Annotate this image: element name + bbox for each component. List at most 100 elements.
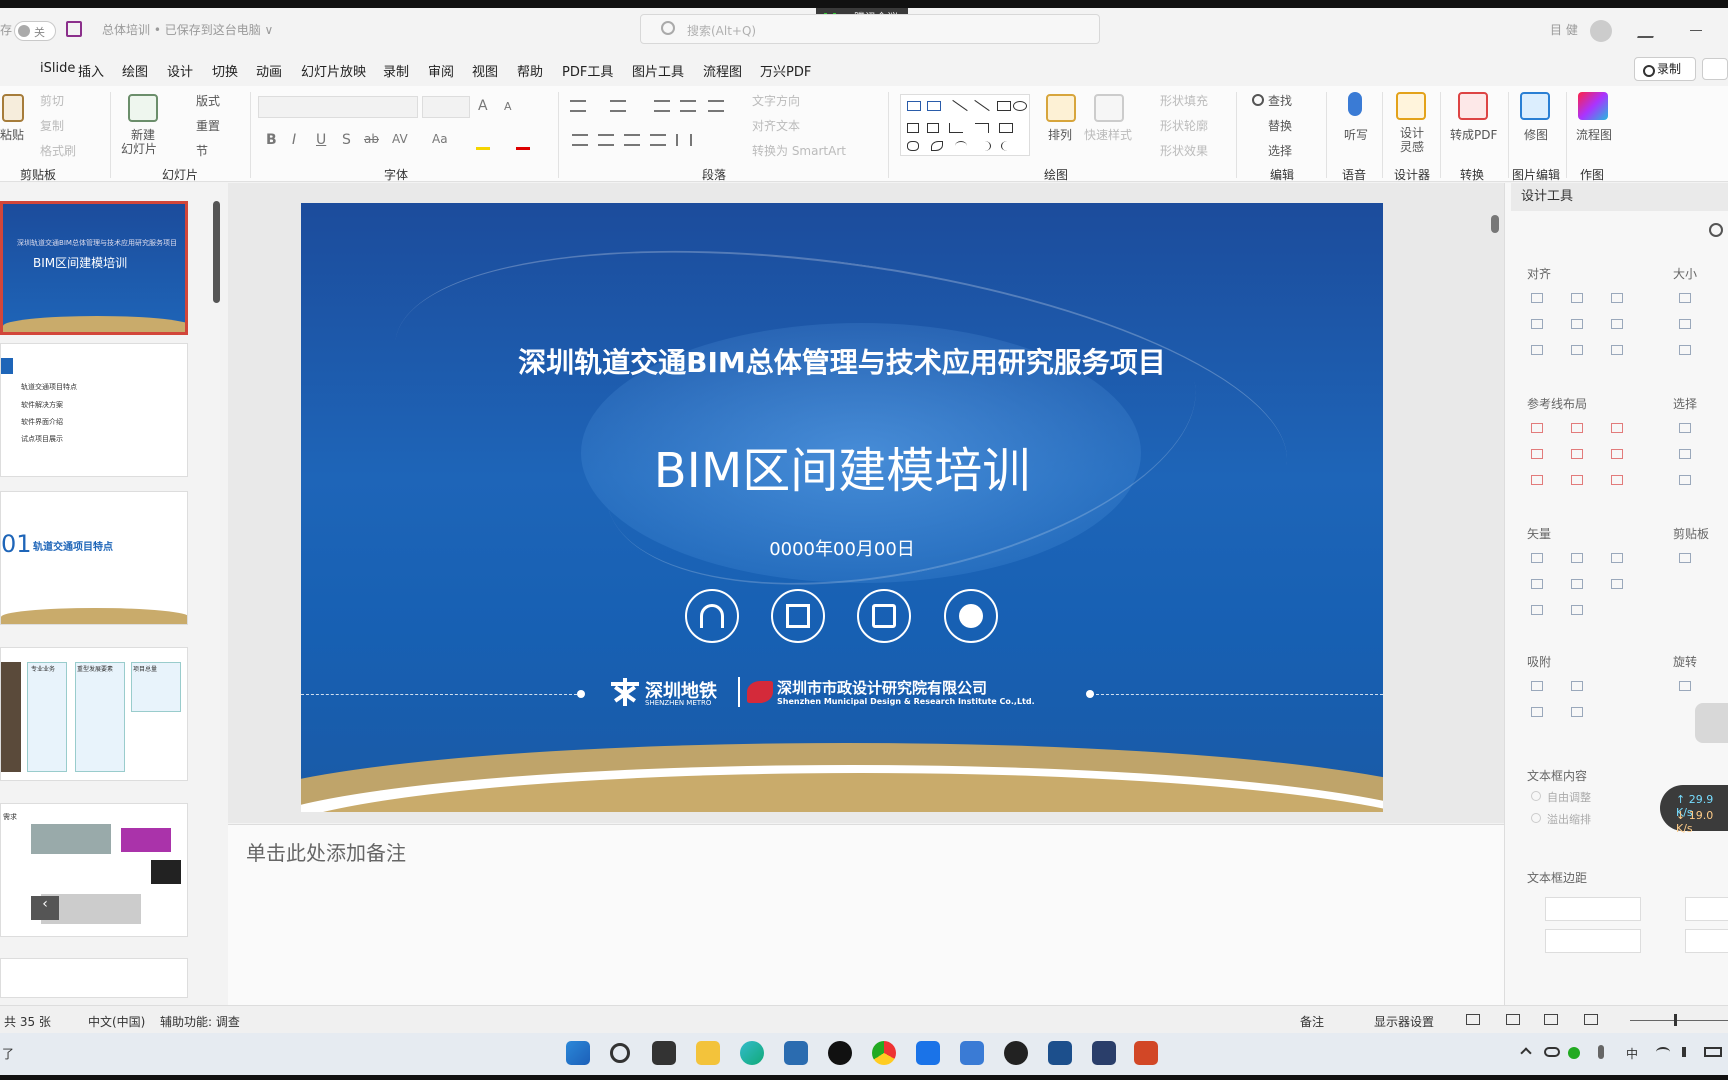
snap-left-icon[interactable]	[1531, 681, 1543, 691]
paste-button[interactable]: 粘贴	[0, 126, 24, 143]
fragment-icon[interactable]	[1611, 553, 1623, 563]
align-center-icon[interactable]	[598, 134, 614, 146]
union-icon[interactable]	[1531, 553, 1543, 563]
designer-icon[interactable]	[1396, 92, 1426, 120]
tab-slideshow[interactable]: 幻灯片放映	[301, 61, 366, 80]
edit-points-icon[interactable]	[1611, 579, 1623, 589]
strikethrough-button[interactable]: ab	[364, 132, 379, 146]
align-bottom-icon[interactable]	[1611, 319, 1623, 329]
combine-icon[interactable]	[1571, 553, 1583, 563]
tab-flowchart[interactable]: 流程图	[703, 61, 742, 80]
find-button[interactable]: 查找	[1268, 92, 1292, 109]
replace-button[interactable]: 替换	[1268, 117, 1292, 134]
k-app-icon[interactable]	[1048, 1041, 1072, 1065]
align-text-button[interactable]: 对齐文本	[752, 117, 800, 134]
file-explorer-icon[interactable]	[696, 1041, 720, 1065]
wechat-tray-icon[interactable]	[1568, 1047, 1580, 1059]
shapes-gallery[interactable]	[900, 94, 1030, 156]
same-width-icon[interactable]	[1679, 293, 1691, 303]
intersect-icon[interactable]	[1531, 579, 1543, 589]
guide-bottom-icon[interactable]	[1611, 449, 1623, 459]
same-size-icon[interactable]	[1679, 345, 1691, 355]
settings-icon[interactable]	[1709, 223, 1723, 237]
tab-draw[interactable]: 绘图	[122, 61, 148, 80]
onedrive-icon[interactable]	[1544, 1047, 1560, 1057]
tab-help[interactable]: 帮助	[517, 61, 543, 80]
align-left-icon[interactable]	[572, 134, 588, 146]
paste-icon[interactable]	[2, 94, 24, 122]
microphone-tray-icon[interactable]	[1598, 1045, 1604, 1059]
layout-button[interactable]: 版式	[196, 92, 220, 109]
char-spacing-button[interactable]: AV	[392, 132, 408, 146]
overflow-radio[interactable]	[1531, 813, 1541, 823]
language-indicator[interactable]: 中文(中国)	[88, 1013, 145, 1030]
slide-thumbnail-4[interactable]: 专业业务 重型发展要素 项目总量	[0, 647, 188, 781]
slide-thumbnail-3[interactable]: 01 轨道交通项目特点	[0, 491, 188, 625]
tab-wondershare-pdf[interactable]: 万兴PDF	[760, 61, 811, 80]
text-direction-button[interactable]: 文字方向	[752, 92, 800, 109]
minimize-icon[interactable]	[1690, 30, 1702, 31]
store-icon[interactable]	[784, 1041, 808, 1065]
shape-outline-button[interactable]: 形状轮廓	[1160, 117, 1208, 134]
new-slide-button-line2[interactable]: 幻灯片	[121, 140, 157, 157]
ime-indicator[interactable]: 中	[1626, 1045, 1638, 1062]
distribute-horizontal-icon[interactable]	[1531, 345, 1543, 355]
section-button[interactable]: 节	[196, 142, 208, 159]
columns-icon[interactable]	[676, 134, 692, 146]
alien-app-icon[interactable]	[828, 1041, 852, 1065]
powerpoint-icon[interactable]	[1134, 1041, 1158, 1065]
pen-icon[interactable]	[1637, 22, 1659, 38]
margin-right-input[interactable]	[1685, 897, 1728, 921]
shape-fill-button[interactable]: 形状填充	[1160, 92, 1208, 109]
same-height-icon[interactable]	[1679, 319, 1691, 329]
record-button[interactable]: 录制	[1634, 57, 1696, 81]
font-size-select[interactable]	[422, 96, 470, 118]
flowchart-button[interactable]: 流程图	[1576, 126, 1612, 143]
font-name-select[interactable]	[258, 96, 418, 118]
underline-button[interactable]: U	[316, 132, 326, 148]
guide-left-icon[interactable]	[1531, 423, 1543, 433]
tab-view[interactable]: 视图	[472, 61, 498, 80]
numbering-icon[interactable]	[610, 100, 626, 112]
align-middle-icon[interactable]	[1571, 319, 1583, 329]
retouch-button[interactable]: 修图	[1524, 126, 1548, 143]
font-color-icon[interactable]	[516, 136, 530, 150]
dictate-button[interactable]: 听写	[1344, 126, 1368, 143]
search-taskbar-icon[interactable]	[610, 1043, 630, 1063]
start-icon[interactable]	[566, 1041, 590, 1065]
align-top-icon[interactable]	[1531, 319, 1543, 329]
slide-date[interactable]: 0000年00月00日	[301, 535, 1383, 561]
drag-handle[interactable]	[1695, 703, 1728, 743]
guide-middle-icon[interactable]	[1571, 449, 1583, 459]
copy-button[interactable]: 复制	[40, 117, 64, 134]
slide-subtitle[interactable]: 深圳轨道交通BIM总体管理与技术应用研究服务项目	[301, 341, 1383, 381]
search-box[interactable]: 搜索(Alt+Q)	[640, 14, 1100, 44]
tab-design[interactable]: 设计	[167, 61, 193, 80]
tab-review[interactable]: 审阅	[428, 61, 454, 80]
line-spacing-icon[interactable]	[708, 100, 724, 112]
tab-transitions[interactable]: 切换	[212, 61, 238, 80]
slide-thumbnail-5[interactable]: 需求 ‹	[0, 803, 188, 937]
rotate-icon[interactable]	[1679, 681, 1691, 691]
decrease-indent-icon[interactable]	[654, 100, 670, 112]
microphone-icon[interactable]	[1348, 92, 1362, 116]
font-grow-button[interactable]: A	[478, 98, 488, 114]
pdf-icon[interactable]	[1458, 92, 1488, 120]
flowchart-icon[interactable]	[1578, 92, 1608, 120]
select-top-icon[interactable]	[1679, 449, 1691, 459]
snap-bottom-icon[interactable]	[1571, 707, 1583, 717]
notes-pane[interactable]: 单击此处添加备注	[228, 824, 1504, 1005]
convert-pdf-button[interactable]: 转成PDF	[1450, 126, 1497, 143]
autosave-toggle[interactable]: 关	[14, 21, 56, 41]
reading-view-icon[interactable]	[1544, 1014, 1558, 1025]
guide-hspread-icon[interactable]	[1531, 475, 1543, 485]
quick-styles-icon[interactable]	[1094, 94, 1124, 122]
volume-icon[interactable]	[1682, 1047, 1692, 1057]
current-slide[interactable]: 深圳轨道交通BIM总体管理与技术应用研究服务项目 BIM区间建模培训 0000年…	[301, 203, 1383, 812]
bold-button[interactable]: B	[266, 132, 277, 148]
notes-button[interactable]: 备注	[1300, 1013, 1324, 1030]
accessibility-indicator[interactable]: 辅助功能: 调查	[160, 1013, 240, 1030]
designer-button-line2[interactable]: 灵感	[1400, 138, 1424, 155]
margin-bottom-input[interactable]	[1685, 929, 1728, 953]
save-icon[interactable]	[66, 21, 82, 37]
